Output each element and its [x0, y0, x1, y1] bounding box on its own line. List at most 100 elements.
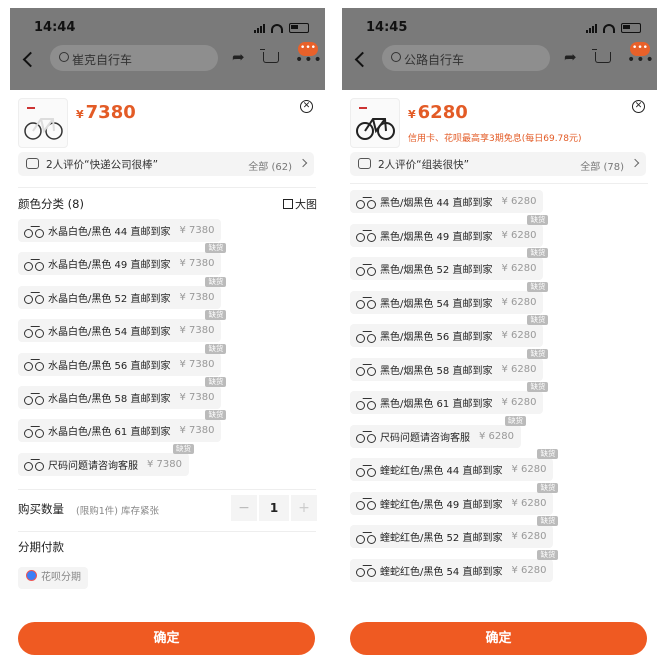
out-of-stock-badge: 缺货 [527, 281, 549, 292]
sku-option-name: 水晶白色/黑色 44 直邮到家 [48, 227, 171, 238]
bike-icon [356, 262, 376, 276]
sku-option[interactable]: 黑色/烟黑色 44 直邮到家 ¥ 6280 [350, 190, 544, 213]
comment-icon [358, 158, 371, 169]
bike-icon [356, 195, 376, 209]
sku-option[interactable]: 黑色/烟黑色 52 直邮到家 ¥ 6280 缺货 [350, 248, 549, 280]
sku-option[interactable]: 水晶白色/黑色 52 直邮到家 ¥ 7380 缺货 [18, 276, 227, 309]
review-text: 2人评价“快递公司很棒” [46, 159, 159, 171]
product-thumbnail[interactable] [18, 98, 68, 148]
out-of-stock-badge: 缺货 [505, 415, 526, 426]
sku-option[interactable]: 水晶白色/黑色 56 直邮到家 ¥ 7380 缺货 [18, 343, 227, 376]
sku-option-price: ¥ 6280 [511, 564, 547, 576]
sku-option[interactable]: 蝰蛇红色/黑色 52 直邮到家 ¥ 6280 缺货 [350, 516, 559, 548]
out-of-stock-badge: 缺货 [527, 248, 549, 258]
confirm-button[interactable]: 确定 [350, 622, 647, 655]
sku-option[interactable]: 黑色/烟黑色 49 直邮到家 ¥ 6280 缺货 [350, 214, 549, 247]
sku-option[interactable]: 水晶白色/黑色 49 直邮到家 ¥ 7380 缺货 [18, 243, 227, 276]
bike-icon [24, 290, 44, 305]
product-price: ¥7380 [76, 102, 136, 123]
share-icon[interactable]: ➦ [564, 50, 580, 65]
quantity-note: (限购1件) 库存紧张 [76, 506, 159, 517]
divider [350, 183, 648, 184]
sku-option[interactable]: 黑色/烟黑色 61 直邮到家 ¥ 6280 缺货 [350, 382, 549, 414]
close-icon[interactable]: ✕ [632, 100, 645, 113]
sku-option[interactable]: 水晶白色/黑色 54 直邮到家 ¥ 7380 缺货 [18, 310, 227, 343]
sku-option[interactable]: 蝰蛇红色/黑色 49 直邮到家 ¥ 6280 缺货 [350, 482, 559, 515]
message-badge-icon[interactable]: ••• [298, 42, 318, 56]
wifi-icon [271, 23, 283, 33]
sku-sheet: ¥7380 ✕ 2人评价“快递公司很棒” 全部 (62) 颜色分类 (8) 大图… [10, 90, 325, 666]
review-all-link[interactable]: 全部 (78) [580, 158, 624, 173]
installment-title: 分期付款 [18, 540, 64, 554]
sku-option-price: ¥ 6280 [501, 330, 537, 341]
bike-icon [24, 457, 44, 472]
out-of-stock-badge: 缺货 [537, 449, 559, 459]
cart-icon[interactable] [592, 49, 611, 63]
review-summary[interactable]: 2人评价“快递公司很棒” 全部 (62) [18, 152, 314, 176]
sku-option-name: 黑色/烟黑色 44 直邮到家 [380, 198, 493, 209]
bike-icon [24, 324, 44, 338]
chevron-right-icon [298, 158, 308, 168]
huabei-installment-button[interactable]: 花呗分期 [18, 567, 88, 589]
out-of-stock-badge: 缺货 [527, 315, 549, 325]
out-of-stock-badge: 缺货 [205, 410, 227, 421]
sku-option[interactable]: 蝰蛇红色/黑色 44 直邮到家 ¥ 6280 缺货 [350, 449, 559, 481]
sku-option-name: 蝰蛇红色/黑色 49 直邮到家 [380, 499, 503, 511]
sku-option-price: ¥ 7380 [179, 392, 215, 403]
sku-option-name: 尺码问题请咨询客服 [48, 460, 138, 472]
product-thumbnail[interactable] [350, 98, 400, 148]
status-time: 14:45 [366, 20, 408, 35]
sku-option-name: 黑色/烟黑色 58 直邮到家 [380, 365, 493, 377]
sku-option[interactable]: 尺码问题请咨询客服 ¥ 6280 缺货 [350, 415, 526, 448]
sku-option-name: 蝰蛇红色/黑色 54 直邮到家 [380, 566, 503, 578]
sku-option-name: 尺码问题请咨询客服 [380, 432, 470, 444]
sku-option[interactable]: 黑色/烟黑色 56 直邮到家 ¥ 6280 缺货 [350, 315, 549, 347]
bike-icon [356, 463, 376, 477]
bike-icon [356, 530, 376, 544]
sku-option[interactable]: 蝰蛇红色/黑色 54 直邮到家 ¥ 6280 缺货 [350, 549, 559, 582]
sku-option[interactable]: 水晶白色/黑色 44 直邮到家 ¥ 7380 [18, 219, 222, 242]
search-input[interactable]: 崔克自行车 [50, 45, 218, 71]
bike-icon [24, 357, 44, 372]
plus-button[interactable]: + [291, 495, 317, 521]
sku-option-name: 蝰蛇红色/黑色 44 直邮到家 [380, 466, 503, 477]
sku-option-price: ¥ 6280 [501, 263, 537, 274]
quantity-value[interactable]: 1 [259, 495, 289, 521]
out-of-stock-badge: 缺货 [527, 382, 549, 392]
signal-icon [254, 23, 265, 33]
sku-option[interactable]: 黑色/烟黑色 58 直邮到家 ¥ 6280 缺货 [350, 348, 549, 381]
minus-button[interactable]: − [231, 495, 257, 521]
out-of-stock-badge: 缺货 [537, 549, 559, 560]
review-all-link[interactable]: 全部 (62) [248, 158, 292, 173]
out-of-stock-badge: 缺货 [205, 310, 227, 321]
out-of-stock-badge: 缺货 [205, 377, 227, 387]
bike-icon [356, 228, 376, 242]
divider [18, 187, 316, 188]
back-arrow-icon[interactable] [22, 51, 39, 68]
sku-option-price: ¥ 7380 [147, 458, 182, 470]
big-picture-toggle[interactable]: 大图 [283, 196, 317, 212]
back-arrow-icon[interactable] [354, 51, 371, 68]
share-icon[interactable]: ➦ [232, 50, 248, 65]
search-input[interactable]: 公路自行车 [382, 45, 550, 71]
sku-option-price: ¥ 7380 [179, 358, 215, 370]
close-icon[interactable]: ✕ [300, 100, 313, 113]
sku-option[interactable]: 水晶白色/黑色 61 直邮到家 ¥ 7380 缺货 [18, 410, 227, 443]
sku-option-price: ¥ 6280 [501, 363, 537, 375]
cart-icon[interactable] [260, 49, 279, 63]
review-summary[interactable]: 2人评价“组装很快” 全部 (78) [350, 152, 646, 176]
confirm-button[interactable]: 确定 [18, 622, 315, 655]
sku-option[interactable]: 水晶白色/黑色 58 直邮到家 ¥ 7380 缺货 [18, 377, 227, 409]
out-of-stock-badge: 缺货 [173, 443, 194, 454]
sku-option[interactable]: 尺码问题请咨询客服 ¥ 7380 缺货 [18, 443, 194, 476]
color-section-title: 颜色分类 (8) [18, 197, 84, 211]
sku-option-price: ¥ 7380 [179, 291, 215, 303]
sku-option[interactable]: 黑色/烟黑色 54 直邮到家 ¥ 6280 缺货 [350, 281, 549, 314]
search-icon [391, 52, 401, 62]
bike-icon [24, 224, 44, 238]
sku-option-price: ¥ 7380 [179, 225, 215, 236]
message-badge-icon[interactable]: ••• [630, 42, 650, 56]
dimmed-header: 14:45 公路自行车 ➦ ••• ••• [342, 8, 657, 90]
out-of-stock-badge: 缺货 [537, 482, 559, 493]
wifi-icon [603, 23, 615, 33]
